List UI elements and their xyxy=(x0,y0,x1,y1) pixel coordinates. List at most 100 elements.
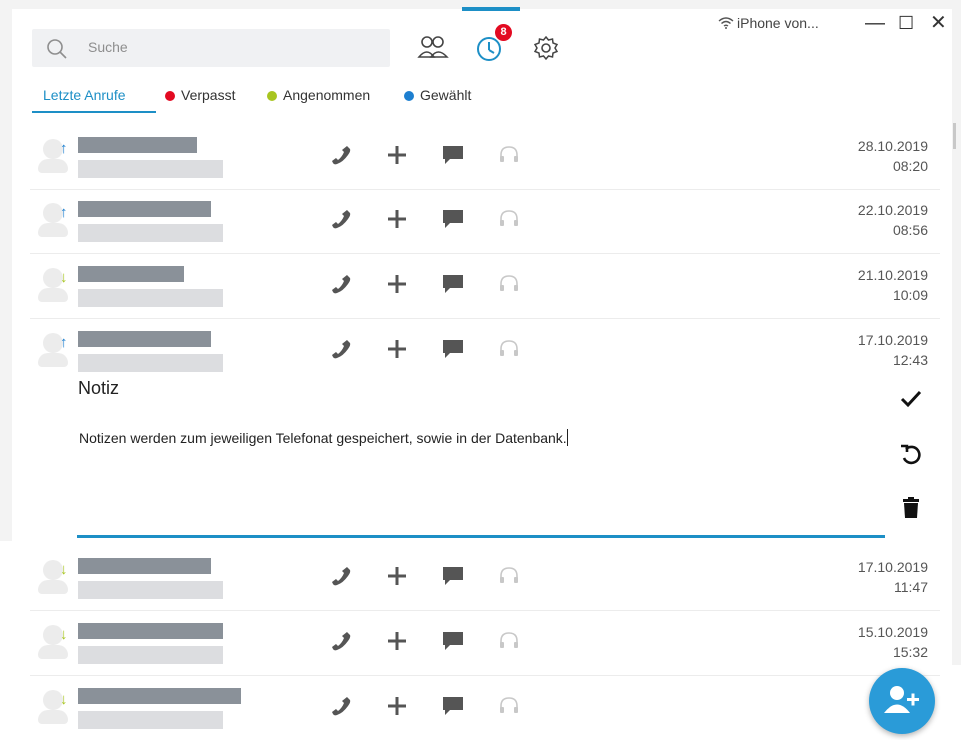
call-timestamp: 17.10.2019 11:47 xyxy=(858,557,928,597)
call-timestamp: 28.10.2019 08:20 xyxy=(858,136,928,176)
undo-icon[interactable] xyxy=(898,441,924,467)
phone-icon[interactable] xyxy=(329,207,353,231)
headset-icon[interactable] xyxy=(497,337,521,361)
note-input-underline xyxy=(77,535,885,538)
chat-icon[interactable] xyxy=(441,694,465,718)
avatar: ↑ xyxy=(38,139,68,173)
active-tab-indicator xyxy=(462,7,520,11)
call-row[interactable]: ↑ 22.10.2019 08:56 xyxy=(30,189,940,254)
call-time: 11:47 xyxy=(894,579,928,595)
chat-icon[interactable] xyxy=(441,564,465,588)
plus-icon[interactable] xyxy=(385,207,409,231)
call-direction-icon: ↓ xyxy=(60,626,68,643)
scrollbar-thumb[interactable] xyxy=(953,123,956,149)
avatar: ↓ xyxy=(38,690,68,724)
call-date: 21.10.2019 xyxy=(857,267,928,283)
contact-name-redacted xyxy=(78,137,197,153)
device-name[interactable]: iPhone von... xyxy=(737,15,819,31)
headset-icon[interactable] xyxy=(497,629,521,653)
chat-icon[interactable] xyxy=(441,629,465,653)
call-row[interactable]: ↓ 15.10.2019 15:32 xyxy=(30,611,940,676)
plus-icon[interactable] xyxy=(385,143,409,167)
avatar: ↓ xyxy=(38,625,68,659)
plus-icon[interactable] xyxy=(385,337,409,361)
check-icon[interactable] xyxy=(898,386,924,412)
chat-icon[interactable] xyxy=(441,143,465,167)
maximize-button[interactable]: ☐ xyxy=(898,13,914,33)
call-row[interactable]: ↑ 17.10.2019 12:43 xyxy=(30,319,940,383)
avatar: ↑ xyxy=(38,203,68,237)
filter-accepted-label: Angenommen xyxy=(283,87,371,103)
avatar-body xyxy=(38,645,68,659)
call-direction-icon: ↓ xyxy=(60,691,68,708)
phone-icon[interactable] xyxy=(329,694,353,718)
call-row[interactable]: ↓ 21.10.2019 10:09 xyxy=(30,254,940,319)
call-row[interactable]: ↓ 17.10.2019 11:47 xyxy=(30,546,940,611)
contact-name-redacted xyxy=(78,331,211,347)
search-placeholder: Suche xyxy=(88,39,128,55)
text-caret xyxy=(566,429,568,446)
call-row[interactable]: ↑ 28.10.2019 08:20 xyxy=(30,125,940,190)
note-text-value: Notizen werden zum jeweiligen Telefonat … xyxy=(79,430,567,446)
note-title: Notiz xyxy=(78,378,120,398)
contacts-icon[interactable] xyxy=(417,33,449,63)
call-direction-icon: ↓ xyxy=(60,269,68,286)
call-direction-icon: ↑ xyxy=(60,204,68,221)
filter-dialed[interactable]: Gewählt xyxy=(404,87,471,103)
call-date: 22.10.2019 xyxy=(857,202,928,218)
headset-icon[interactable] xyxy=(497,694,521,718)
phone-number-redacted xyxy=(78,354,223,372)
phone-number-redacted xyxy=(78,224,223,242)
phone-icon[interactable] xyxy=(329,143,353,167)
search-input[interactable]: Suche xyxy=(32,29,390,67)
headset-icon[interactable] xyxy=(497,143,521,167)
call-timestamp: 15.10.2019 15:32 xyxy=(858,622,928,662)
plus-icon[interactable] xyxy=(385,629,409,653)
plus-icon[interactable] xyxy=(385,564,409,588)
call-date: 17.10.2019 xyxy=(857,332,928,348)
call-date: 17.10.2019 xyxy=(857,559,928,575)
accepted-dot xyxy=(267,91,277,101)
plus-icon[interactable] xyxy=(385,694,409,718)
phone-number-redacted xyxy=(78,581,223,599)
add-contact-button[interactable] xyxy=(869,668,935,734)
headset-icon[interactable] xyxy=(497,564,521,588)
phone-icon[interactable] xyxy=(329,272,353,296)
call-timestamp: 22.10.2019 08:56 xyxy=(858,200,928,240)
plus-icon[interactable] xyxy=(385,272,409,296)
filter-recent[interactable]: Letzte Anrufe xyxy=(43,87,126,103)
note-textarea[interactable]: Notizen werden zum jeweiligen Telefonat … xyxy=(79,429,568,446)
headset-icon[interactable] xyxy=(497,207,521,231)
phone-icon[interactable] xyxy=(329,564,353,588)
avatar-body xyxy=(38,353,68,367)
call-row[interactable]: ↓ xyxy=(30,676,940,740)
settings-icon[interactable] xyxy=(532,33,564,63)
avatar-body xyxy=(38,710,68,724)
phone-icon[interactable] xyxy=(329,337,353,361)
filter-accepted[interactable]: Angenommen xyxy=(267,87,370,103)
minimize-button[interactable]: — xyxy=(865,13,885,33)
contact-name-redacted xyxy=(78,201,211,217)
left-background-gap xyxy=(0,541,12,740)
chat-icon[interactable] xyxy=(441,337,465,361)
filter-missed[interactable]: Verpasst xyxy=(165,87,235,103)
contact-name-redacted xyxy=(78,688,241,704)
headset-icon[interactable] xyxy=(497,272,521,296)
avatar: ↓ xyxy=(38,268,68,302)
wifi-icon xyxy=(718,17,734,29)
contact-name-redacted xyxy=(78,623,223,639)
call-date: 15.10.2019 xyxy=(857,624,928,640)
chat-icon[interactable] xyxy=(441,272,465,296)
chat-icon[interactable] xyxy=(441,207,465,231)
phone-number-redacted xyxy=(78,289,223,307)
close-button[interactable]: ✕ xyxy=(930,13,947,33)
trash-icon[interactable] xyxy=(898,495,924,521)
call-direction-icon: ↑ xyxy=(60,334,68,351)
call-history-window: Suche 8 iPhone von... — ☐ ✕ Letzte Anruf… xyxy=(12,7,956,740)
call-time: 12:43 xyxy=(892,352,928,368)
call-time: 08:20 xyxy=(892,158,928,174)
phone-icon[interactable] xyxy=(329,629,353,653)
search-icon xyxy=(47,39,67,59)
missed-count-badge: 8 xyxy=(495,24,512,41)
call-timestamp: 17.10.2019 12:43 xyxy=(858,330,928,370)
